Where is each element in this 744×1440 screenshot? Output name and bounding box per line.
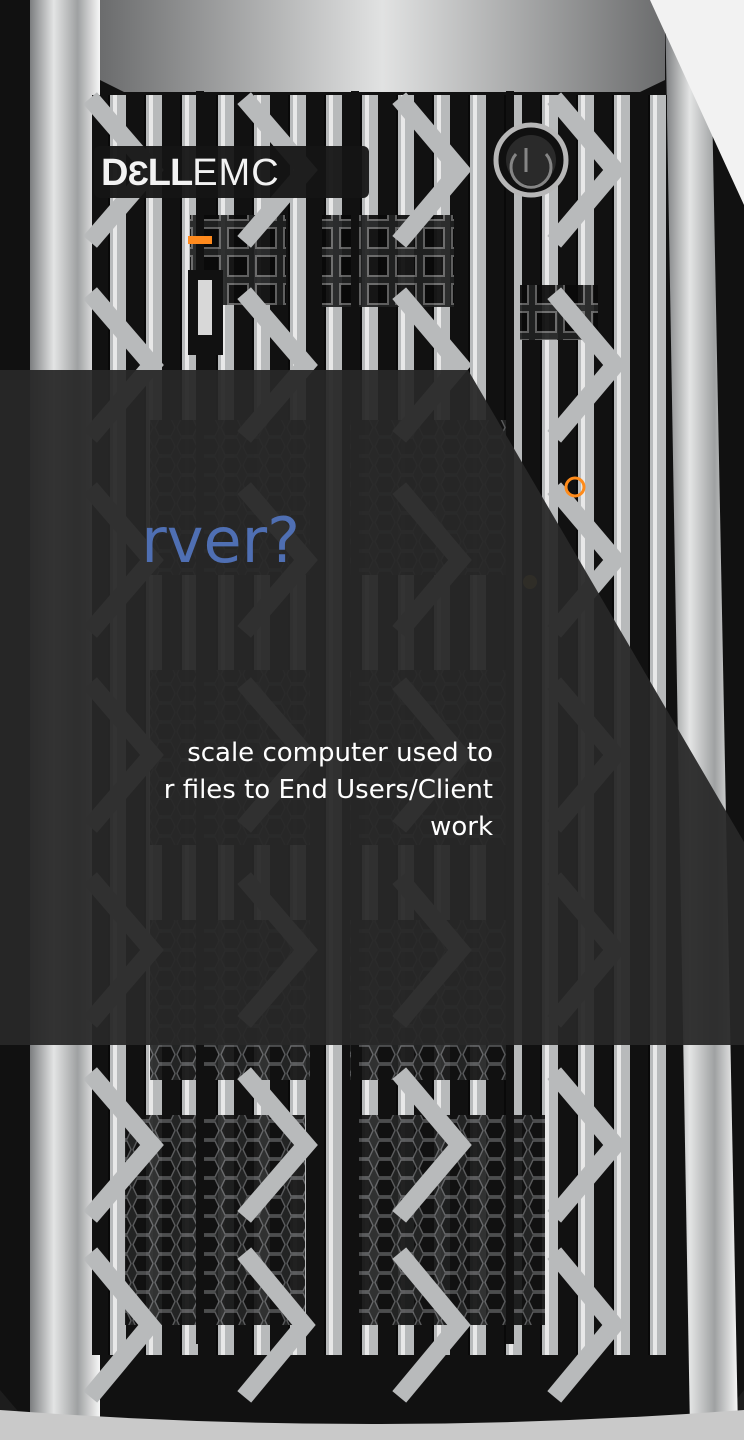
dell-emc-server-photo: DƐLLEMC — [0, 0, 744, 1440]
server-slide: DƐLLEMC rver? scale computer used to r f… — [0, 0, 744, 1440]
power-button-icon — [493, 122, 569, 198]
dell-emc-logo: DƐLLEMC — [101, 152, 280, 194]
